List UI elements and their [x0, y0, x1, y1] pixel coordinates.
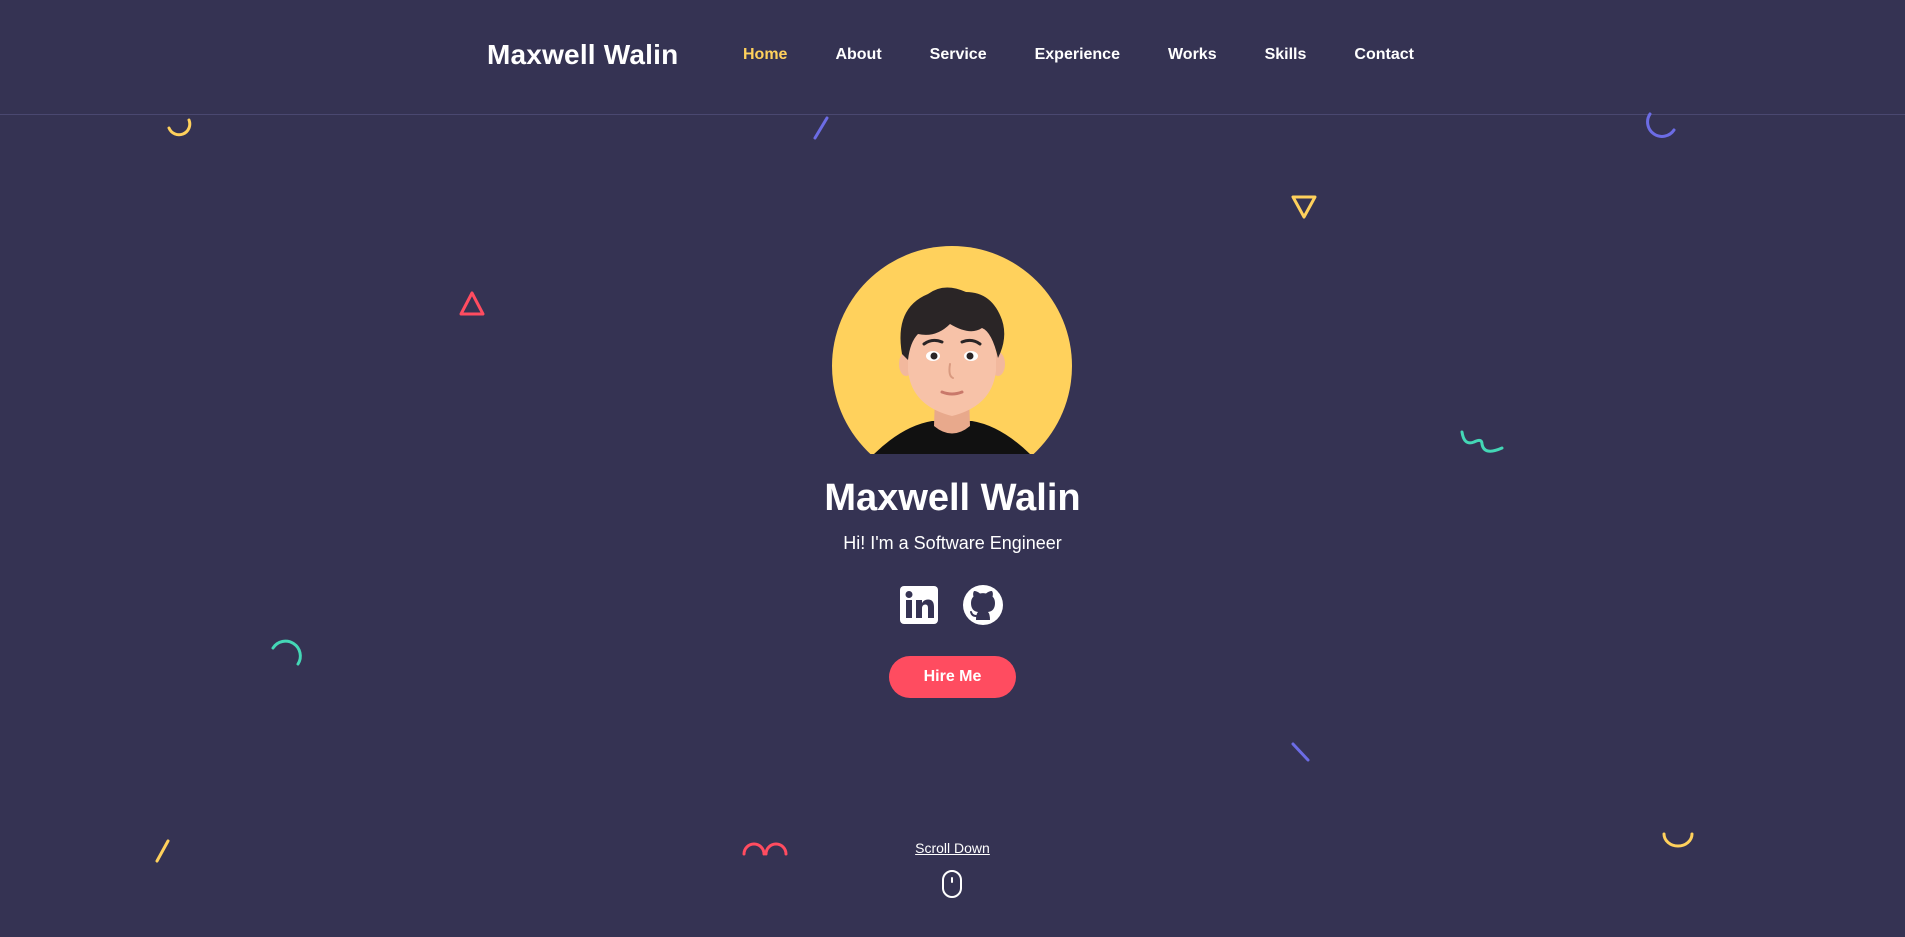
main-nav: Home About Service Experience Works Skil…	[743, 46, 1462, 64]
site-header: Maxwell Walin Home About Service Experie…	[0, 0, 1905, 115]
nav-skills[interactable]: Skills	[1265, 46, 1307, 64]
nav-service[interactable]: Service	[930, 46, 987, 64]
decor-triangle-yellow-icon	[1291, 195, 1317, 219]
avatar	[832, 246, 1072, 454]
github-icon[interactable]	[962, 584, 1004, 626]
hero-subtitle: Hi! I'm a Software Engineer	[843, 533, 1062, 553]
hero-name: Maxwell Walin	[824, 477, 1081, 519]
decor-wave-teal-icon	[1460, 430, 1504, 453]
social-links	[898, 584, 1004, 626]
nav-experience[interactable]: Experience	[1035, 46, 1120, 64]
linkedin-icon[interactable]	[898, 584, 940, 626]
avatar-illustration-icon	[874, 287, 1030, 454]
nav-home[interactable]: Home	[743, 46, 787, 64]
nav-about[interactable]: About	[835, 46, 881, 64]
decor-line-purple-2-icon	[1291, 742, 1310, 762]
scroll-down-link[interactable]: Scroll Down	[0, 840, 1905, 856]
nav-works[interactable]: Works	[1168, 46, 1217, 64]
nav-contact[interactable]: Contact	[1354, 46, 1414, 64]
decor-arc-teal-icon	[271, 639, 302, 666]
decor-arc-purple-icon	[1646, 112, 1676, 138]
hire-me-button[interactable]: Hire Me	[889, 656, 1016, 698]
mouse-scroll-icon[interactable]	[941, 869, 963, 899]
decor-triangle-red-icon	[459, 291, 485, 316]
avatar-circle	[832, 246, 1072, 454]
decor-arc-yellow-icon	[167, 118, 192, 137]
page: Maxwell Walin Home About Service Experie…	[0, 0, 1905, 937]
decor-line-purple-icon	[813, 116, 829, 140]
brand-logo[interactable]: Maxwell Walin	[487, 39, 678, 71]
